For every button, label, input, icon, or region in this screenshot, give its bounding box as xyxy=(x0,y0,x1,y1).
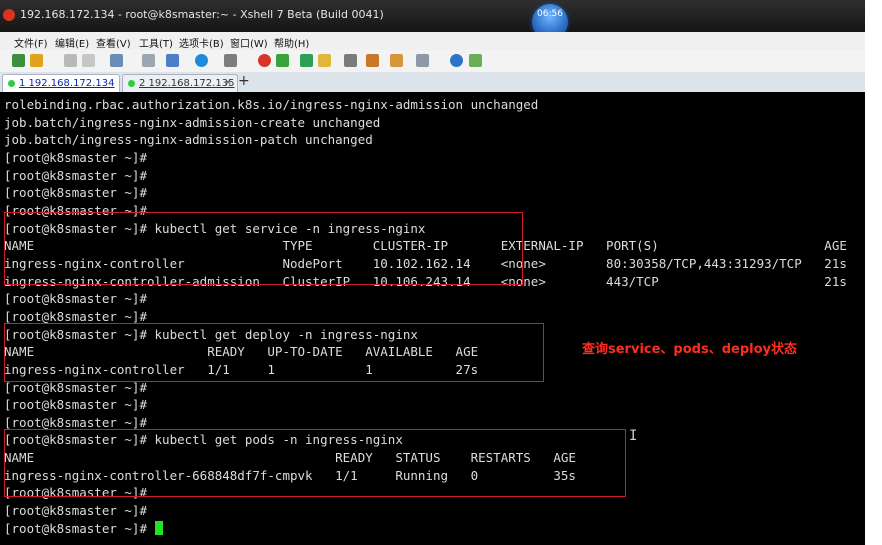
text-cursor-icon: I xyxy=(629,428,638,444)
terminal-output[interactable]: rolebinding.rbac.authorization.k8s.io/in… xyxy=(0,92,865,545)
reconnect-icon[interactable] xyxy=(82,54,95,67)
highlight-box-deploy xyxy=(4,323,544,382)
disconnect-icon[interactable] xyxy=(64,54,77,67)
toolbar xyxy=(0,50,882,73)
tab-label: 1 192.168.172.134 xyxy=(19,78,115,89)
open-folder-icon[interactable] xyxy=(30,54,43,67)
menu-view[interactable]: 查看(V) xyxy=(96,35,131,50)
fullscreen-icon[interactable] xyxy=(300,54,313,67)
terminal-line: job.batch/ingress-nginx-admission-create… xyxy=(4,114,381,130)
terminal-line: job.batch/ingress-nginx-admission-patch … xyxy=(4,132,373,148)
highlight-box-service xyxy=(4,212,523,285)
layout-icon[interactable] xyxy=(416,54,429,67)
window-title: 192.168.172.134 - root@k8smaster:~ - Xsh… xyxy=(20,8,384,21)
close-icon[interactable]: × xyxy=(224,77,232,88)
tab-status-dot-icon xyxy=(128,80,135,87)
new-session-icon[interactable] xyxy=(12,54,25,67)
lock-icon[interactable] xyxy=(318,54,331,67)
annotation-note: 查询service、pods、deploy状态 xyxy=(582,342,797,357)
terminal-line: [root@k8smaster ~]# xyxy=(4,149,147,165)
globe-icon[interactable] xyxy=(195,54,208,67)
transfer-icon[interactable] xyxy=(110,54,123,67)
menu-window[interactable]: 窗口(W) xyxy=(230,35,268,50)
menu-edit[interactable]: 编辑(E) xyxy=(55,35,89,50)
add-tab-button[interactable]: + xyxy=(238,74,250,88)
terminal-line: [root@k8smaster ~]# xyxy=(4,397,147,413)
properties-icon[interactable] xyxy=(166,54,179,67)
menu-help[interactable]: 帮助(H) xyxy=(274,35,309,50)
xftp-green-icon[interactable] xyxy=(276,54,289,67)
help-icon[interactable] xyxy=(450,54,463,67)
right-edge-strip xyxy=(865,0,882,545)
xshell-app-icon xyxy=(3,9,15,21)
session-tab-bar: 1 192.168.172.134 2 192.168.172.135 × xyxy=(0,72,882,93)
tab-status-dot-icon xyxy=(8,80,15,87)
terminal-line: [root@k8smaster ~]# xyxy=(4,185,147,201)
tab-label: 2 192.168.172.135 xyxy=(139,78,235,89)
terminal-line: [root@k8smaster ~]# xyxy=(4,167,147,183)
chat-icon[interactable] xyxy=(469,54,482,67)
tab-session-1[interactable]: 1 192.168.172.134 xyxy=(2,74,120,92)
menu-tools[interactable]: 工具(T) xyxy=(139,35,173,50)
terminal-line: rolebinding.rbac.authorization.k8s.io/in… xyxy=(4,97,539,112)
menu-tabs[interactable]: 选项卡(B) xyxy=(179,35,224,50)
tab-session-2[interactable]: 2 192.168.172.135 × xyxy=(122,74,238,92)
keyboard-icon[interactable] xyxy=(344,54,357,67)
font-icon[interactable] xyxy=(224,54,237,67)
menu-file[interactable]: 文件(F) xyxy=(14,35,48,50)
xftp-icon[interactable] xyxy=(258,54,271,67)
menu-bar: 文件(F) 编辑(E) 查看(V) 工具(T) 选项卡(B) 窗口(W) 帮助(… xyxy=(0,32,882,50)
terminal-cursor xyxy=(154,520,163,535)
find-icon[interactable] xyxy=(142,54,155,67)
window-titlebar: 192.168.172.134 - root@k8smaster:~ - Xsh… xyxy=(0,0,882,40)
terminal-line: [root@k8smaster ~]# xyxy=(4,520,847,538)
script-icon[interactable] xyxy=(390,54,403,67)
highlight-icon[interactable] xyxy=(366,54,379,67)
highlight-box-pods xyxy=(4,429,626,497)
terminal-line: [root@k8smaster ~]# xyxy=(4,291,147,307)
terminal-line: [root@k8smaster ~]# xyxy=(4,503,147,519)
